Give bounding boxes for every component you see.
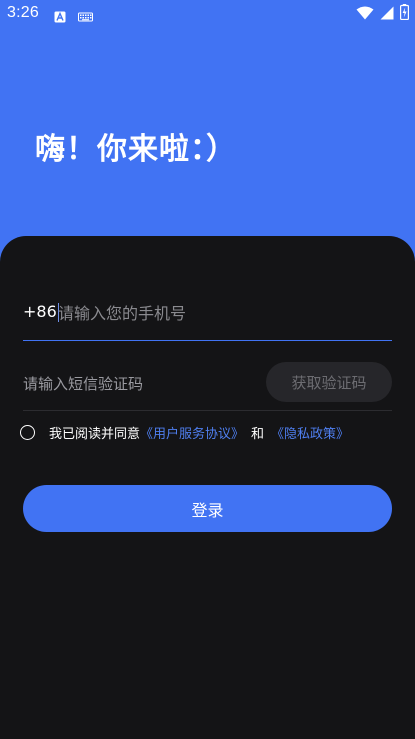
cellular-signal-icon (380, 5, 394, 24)
wifi-icon (356, 5, 374, 24)
font-a-icon (54, 8, 66, 23)
login-button[interactable]: 登录 (23, 485, 392, 532)
battery-charging-icon (400, 4, 410, 24)
country-code[interactable]: +86 (23, 302, 57, 321)
phone-field-row: +86 (23, 294, 392, 341)
agreement-row: 我已阅读并同意 《用户服务协议》 和 《隐私政策》 (20, 422, 349, 442)
status-icons (356, 4, 410, 24)
sms-code-row: 获取验证码 (23, 360, 392, 411)
login-card: +86 获取验证码 我已阅读并同意 《用户服务协议》 和 《隐私政策》 登录 (0, 236, 415, 739)
sms-code-input[interactable] (23, 371, 243, 397)
phone-input[interactable] (58, 298, 378, 328)
greeting-title: 嗨！你来啦：） (35, 132, 237, 167)
agreement-prefix: 我已阅读并同意 (49, 426, 141, 442)
status-bar: 3:26 (0, 0, 415, 28)
keyboard-icon (78, 8, 93, 22)
privacy-policy-link[interactable]: 《隐私政策》 (271, 423, 349, 442)
status-time: 3:26 (7, 4, 39, 21)
login-screen: 3:26 嗨！你来啦：） +86 请输入您的手机号 请输入短信验证码 获取验证码… (0, 0, 415, 739)
user-agreement-link[interactable]: 《用户服务协议》 (140, 423, 244, 442)
get-code-button[interactable]: 获取验证码 (266, 362, 392, 402)
agreement-separator: 和 (251, 426, 265, 442)
agree-checkbox[interactable] (20, 424, 35, 440)
